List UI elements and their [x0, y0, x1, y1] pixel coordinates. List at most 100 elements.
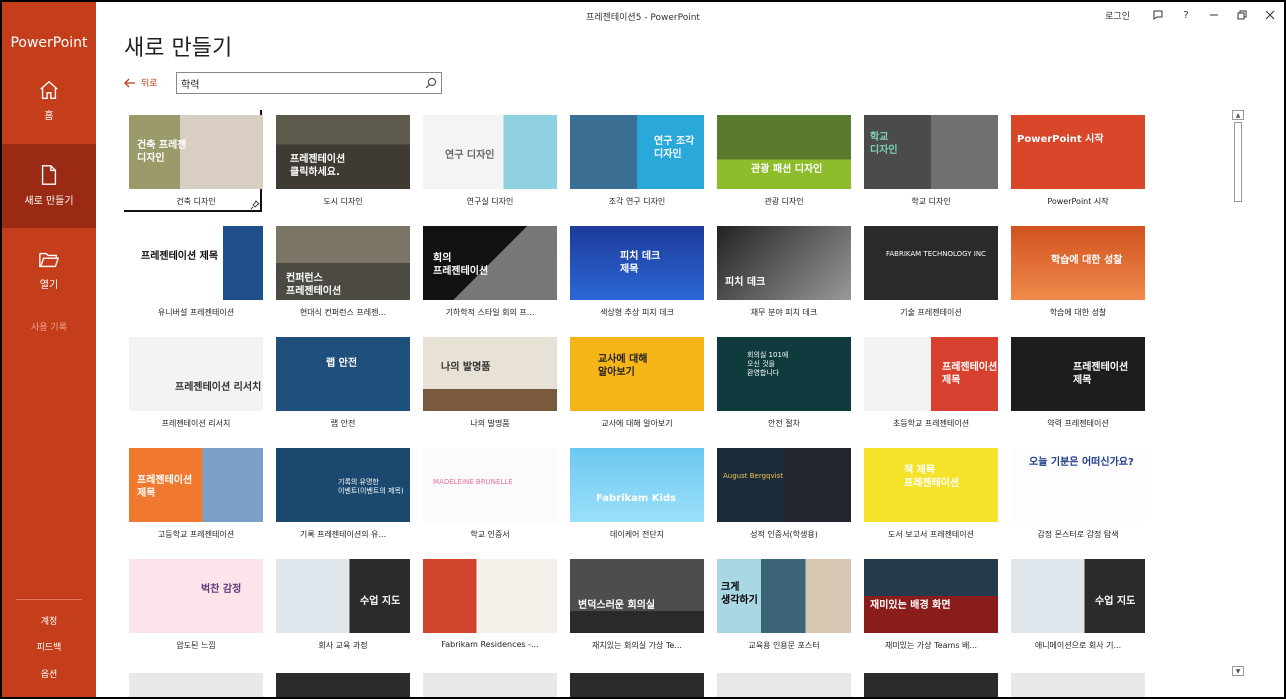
template-tile[interactable]: 관광 패션 디자인 관광 디자인 — [712, 110, 851, 210]
template-tile[interactable]: 프레젠테이션 제목 초등학교 프레젠테이션 — [859, 332, 998, 432]
template-tile[interactable]: 크게 생각하기 교육용 인용문 포스터 — [712, 554, 851, 654]
template-tile[interactable]: 교사에 대해 알아보기 교사에 대해 알아보기 — [565, 332, 704, 432]
template-tile[interactable]: 학습에 대한 성찰 학습에 대한 성찰 — [1006, 221, 1145, 321]
template-tile[interactable]: MADELEINE BRUNELLE 학교 인증서 — [418, 443, 557, 543]
template-thumbnail[interactable] — [423, 673, 557, 697]
template-thumbnail[interactable] — [423, 559, 557, 633]
template-tile[interactable]: 수업 지도 애니메이션으로 회사 기... — [1006, 554, 1145, 654]
template-tile[interactable]: 나의 발명품 나의 발명품 — [418, 332, 557, 432]
template-thumbnail[interactable]: 관광 패션 디자인 — [717, 115, 851, 189]
template-tile[interactable]: 회의실 101에 오신 것을 환영합니다 안전 절차 — [712, 332, 851, 432]
scroll-up-icon[interactable]: ▲ — [1232, 110, 1244, 120]
sign-in-link[interactable]: 로그인 — [1105, 9, 1130, 22]
template-thumbnail[interactable]: 회의실 101에 오신 것을 환영합니다 — [717, 337, 851, 411]
template-thumbnail[interactable] — [717, 673, 851, 697]
template-tile[interactable]: 프레젠테이션 클릭하세요. 도시 디자인 — [271, 110, 410, 210]
template-thumbnail[interactable]: 프레젠테이션 제목 — [1011, 337, 1145, 411]
template-tile[interactable]: 회의 프레젠테이션 기하학적 스타일 회의 프... — [418, 221, 557, 321]
template-thumbnail[interactable]: 프레젠테이션 제목 — [129, 226, 263, 300]
template-thumbnail[interactable] — [276, 673, 410, 697]
template-tile[interactable]: 피치 데크 제목 색상형 추상 피치 데크 — [565, 221, 704, 321]
template-tile[interactable]: 랩 안전 랩 안전 — [271, 332, 410, 432]
template-thumbnail[interactable]: 책 제목 프레젠테이션 — [864, 448, 998, 522]
template-thumbnail[interactable]: 연구 조각 디자인 — [570, 115, 704, 189]
template-label: 나의 발명품 — [470, 419, 510, 428]
close-icon[interactable] — [1256, 2, 1284, 28]
template-tile[interactable]: 연구 디자인 연구실 디자인 — [418, 110, 557, 210]
template-thumbnail[interactable] — [129, 673, 263, 697]
template-tile[interactable]: 책 제목 프레젠테이션 도서 보고서 프레젠테이션 — [859, 443, 998, 543]
help-icon[interactable]: ? — [1172, 2, 1200, 28]
template-tile[interactable]: FABRIKAM TECHNOLOGY INC 기술 프레젠테이션 — [859, 221, 998, 321]
search-input[interactable] — [181, 76, 411, 90]
template-thumbnail[interactable]: 피치 데크 — [717, 226, 851, 300]
template-thumbnail[interactable]: 컨퍼런스 프레젠테이션 — [276, 226, 410, 300]
template-thumbnail[interactable]: 기록의 유명한 이벤트(이벤트의 제목) — [276, 448, 410, 522]
template-tile[interactable]: August Bergqvist 성적 인증서(학생용) — [712, 443, 851, 543]
template-thumbnail[interactable]: 수업 지도 — [1011, 559, 1145, 633]
template-thumbnail[interactable]: 크게 생각하기 — [717, 559, 851, 633]
template-thumbnail[interactable]: 벅찬 감정 — [129, 559, 263, 633]
template-thumbnail[interactable] — [864, 673, 998, 697]
template-tile[interactable]: 프레젠테이션 제목 약력 프레젠테이션 — [1006, 332, 1145, 432]
template-thumbnail[interactable]: 프레젠테이션 리서치 — [129, 337, 263, 411]
template-tile[interactable]: 학교 디자인 학교 디자인 — [859, 110, 998, 210]
template-tile[interactable]: 피치 데크 채무 분야 피치 데크 — [712, 221, 851, 321]
template-thumbnail[interactable]: FABRIKAM TECHNOLOGY INC — [864, 226, 998, 300]
template-tile[interactable]: 변덕스러운 회의실 재치있는 회의실 가상 Te... — [565, 554, 704, 654]
template-thumbnail[interactable]: Fabrikam Kids — [570, 448, 704, 522]
rail-item-recent[interactable]: 사용 기록 — [2, 320, 96, 333]
scroll-thumb[interactable] — [1234, 122, 1242, 202]
template-thumbnail[interactable]: 나의 발명품 — [423, 337, 557, 411]
template-thumbnail[interactable] — [570, 673, 704, 697]
template-thumbnail[interactable]: 프레젠테이션 제목 — [864, 337, 998, 411]
restore-icon[interactable] — [1228, 2, 1256, 28]
template-thumbnail[interactable]: 건축 프레젠 디자인 — [129, 115, 263, 189]
rail-divider — [16, 599, 82, 600]
template-thumbnail[interactable]: 학교 디자인 — [864, 115, 998, 189]
template-thumbnail[interactable] — [1011, 673, 1145, 697]
pin-icon[interactable] — [250, 195, 260, 214]
template-tile[interactable]: 건축 프레젠 디자인 건축 디자인 — [124, 110, 263, 212]
template-thumbnail[interactable]: 변덕스러운 회의실 — [570, 559, 704, 633]
template-tile[interactable]: Fabrikam Residences -... — [418, 554, 557, 654]
template-thumbnail[interactable]: 회의 프레젠테이션 — [423, 226, 557, 300]
template-thumbnail[interactable]: 학습에 대한 성찰 — [1011, 226, 1145, 300]
template-thumbnail[interactable]: 프레젠테이션 클릭하세요. — [276, 115, 410, 189]
template-thumbnail[interactable]: 수업 지도 — [276, 559, 410, 633]
template-thumbnail[interactable]: 피치 데크 제목 — [570, 226, 704, 300]
template-tile[interactable]: 프레젠테이션 제목 유니버설 프레젠테이션 — [124, 221, 263, 321]
template-thumbnail[interactable]: 랩 안전 — [276, 337, 410, 411]
template-thumbnail[interactable]: 오늘 기분은 어떠신가요? — [1011, 448, 1145, 522]
template-tile[interactable]: 기록의 유명한 이벤트(이벤트의 제목) 기록 프레젠테이션의 유... — [271, 443, 410, 543]
template-label: 교사에 대해 알아보기 — [601, 419, 673, 428]
template-tile[interactable]: 연구 조각 디자인 조각 연구 디자인 — [565, 110, 704, 210]
back-button[interactable]: 뒤로 — [124, 76, 158, 89]
template-search-box[interactable] — [176, 72, 442, 94]
rail-item-options[interactable]: 옵션 — [2, 667, 96, 680]
search-icon[interactable] — [425, 77, 437, 89]
template-thumbnail[interactable]: PowerPoint 시작 — [1011, 115, 1145, 189]
template-tile[interactable]: 재미있는 배경 화면 재미있는 가상 Teams 배... — [859, 554, 998, 654]
scroll-down-icon[interactable]: ▼ — [1232, 666, 1244, 676]
minimize-icon[interactable] — [1200, 2, 1228, 28]
template-thumbnail[interactable]: 재미있는 배경 화면 — [864, 559, 998, 633]
template-tile[interactable]: 컨퍼런스 프레젠테이션 현대식 컨퍼런스 프레젠... — [271, 221, 410, 321]
template-tile[interactable]: 벅찬 감정 압도된 느낌 — [124, 554, 263, 654]
template-tile[interactable]: 수업 지도 회사 교육 과정 — [271, 554, 410, 654]
rail-item-feedback[interactable]: 피드백 — [2, 640, 96, 653]
template-tile[interactable]: PowerPoint 시작 PowerPoint 시작 — [1006, 110, 1145, 210]
feedback-icon[interactable] — [1144, 2, 1172, 28]
rail-item-account[interactable]: 계정 — [2, 614, 96, 627]
gallery-scrollbar[interactable]: ▲ ▼ — [1232, 110, 1244, 676]
template-thumbnail[interactable]: August Bergqvist — [717, 448, 851, 522]
template-tile[interactable]: 오늘 기분은 어떠신가요? 감정 몬스터로 감정 탐색 — [1006, 443, 1145, 543]
template-tile[interactable]: 프레젠테이션 제목 고등학교 프레젠테이션 — [124, 443, 263, 543]
template-tile[interactable]: Fabrikam Kids 데이케어 전단지 — [565, 443, 704, 543]
template-thumbnail[interactable]: 연구 디자인 — [423, 115, 557, 189]
template-thumbnail[interactable]: 교사에 대해 알아보기 — [570, 337, 704, 411]
template-tile[interactable]: 프레젠테이션 리서치 프레젠테이션 리서치 — [124, 332, 263, 432]
template-thumbnail[interactable]: 프레젠테이션 제목 — [129, 448, 263, 522]
template-thumbnail[interactable]: MADELEINE BRUNELLE — [423, 448, 557, 522]
rail-item-new[interactable]: 새로 만들기 — [2, 144, 96, 228]
